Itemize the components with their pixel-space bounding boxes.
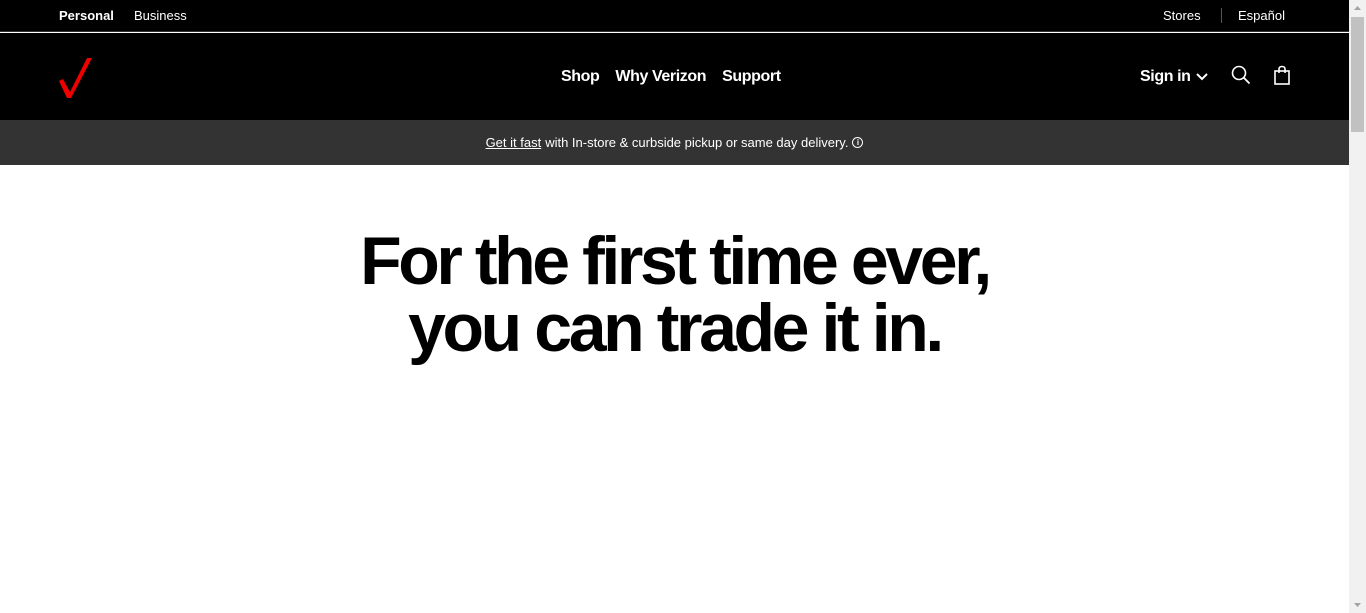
page: Personal Business Stores Español Shop Wh… [0,0,1349,613]
hero-headline-line-1: For the first time ever, [360,223,992,299]
shopping-bag-icon[interactable] [1273,65,1291,85]
utility-bar: Personal Business Stores Español [0,0,1349,32]
main-navigation: Shop Why Verizon Support Sign in [0,33,1349,120]
hero-headline-line-2: you can trade it in. [408,290,944,366]
sign-in-label: Sign in [1140,68,1191,85]
nav-shop[interactable]: Shop [561,66,600,88]
primary-nav: Shop Why Verizon Support [561,66,781,88]
nav-support[interactable]: Support [722,66,781,88]
nav-why-verizon[interactable]: Why Verizon [615,66,706,88]
espanol-link[interactable]: Español [1238,8,1285,24]
chevron-down-icon [1195,73,1208,81]
utility-divider [1221,8,1222,23]
promo-text: with In-store & curbside pickup or same … [545,135,849,150]
scroll-up-arrow-icon[interactable] [1349,0,1366,17]
vertical-scrollbar[interactable] [1349,0,1366,613]
stores-link[interactable]: Stores [1163,8,1201,24]
get-it-fast-link[interactable]: Get it fast [486,135,542,150]
search-icon[interactable] [1231,65,1251,85]
business-link[interactable]: Business [134,8,187,24]
personal-link[interactable]: Personal [59,8,114,24]
sign-in-button[interactable]: Sign in [1140,66,1208,88]
promo-banner: Get it fast with In-store & curbside pic… [0,120,1349,165]
info-icon[interactable]: i [852,137,864,148]
verizon-checkmark-icon[interactable] [57,55,93,99]
scroll-down-arrow-icon[interactable] [1349,596,1366,613]
scrollbar-thumb[interactable] [1351,17,1364,132]
hero-headline: For the first time ever, you can trade i… [0,227,1349,362]
